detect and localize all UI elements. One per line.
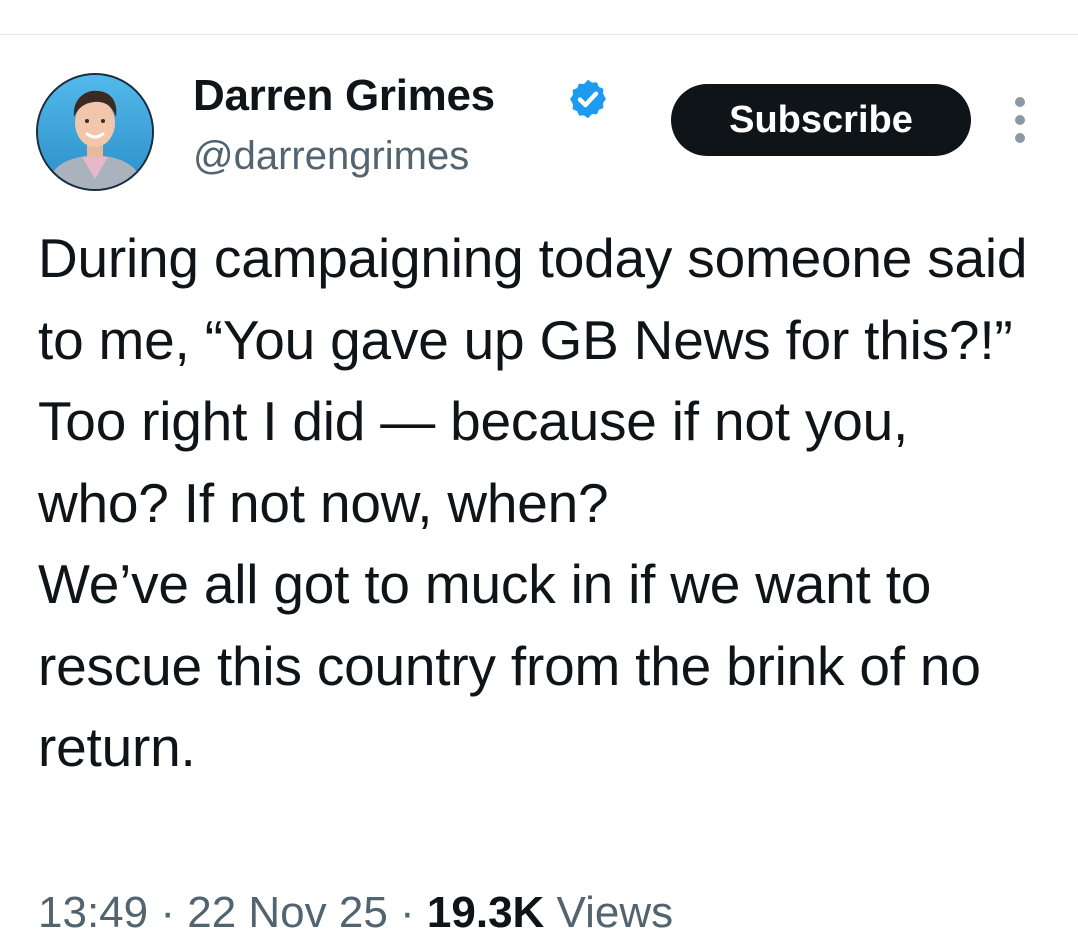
tweet-date[interactable]: 22 Nov 25 xyxy=(187,888,388,937)
display-name[interactable]: Darren Grimes xyxy=(193,70,495,122)
avatar[interactable] xyxy=(36,73,154,191)
views-label[interactable]: Views xyxy=(544,888,674,937)
top-divider xyxy=(0,34,1078,35)
meta-separator: · xyxy=(148,888,188,937)
more-options-icon[interactable] xyxy=(1004,92,1036,148)
views-count[interactable]: 19.3K xyxy=(427,888,544,937)
verified-badge-icon xyxy=(566,77,610,121)
avatar-photo-icon xyxy=(38,75,152,189)
tweet-text: During campaigning today someone said to… xyxy=(38,227,1028,778)
tweet-meta: 13:49 · 22 Nov 25 · 19.3K Views xyxy=(38,885,673,941)
user-handle[interactable]: @darrengrimes xyxy=(193,132,469,180)
meta-separator: · xyxy=(387,888,427,937)
subscribe-button[interactable]: Subscribe xyxy=(671,84,971,156)
tweet-time[interactable]: 13:49 xyxy=(38,888,148,937)
